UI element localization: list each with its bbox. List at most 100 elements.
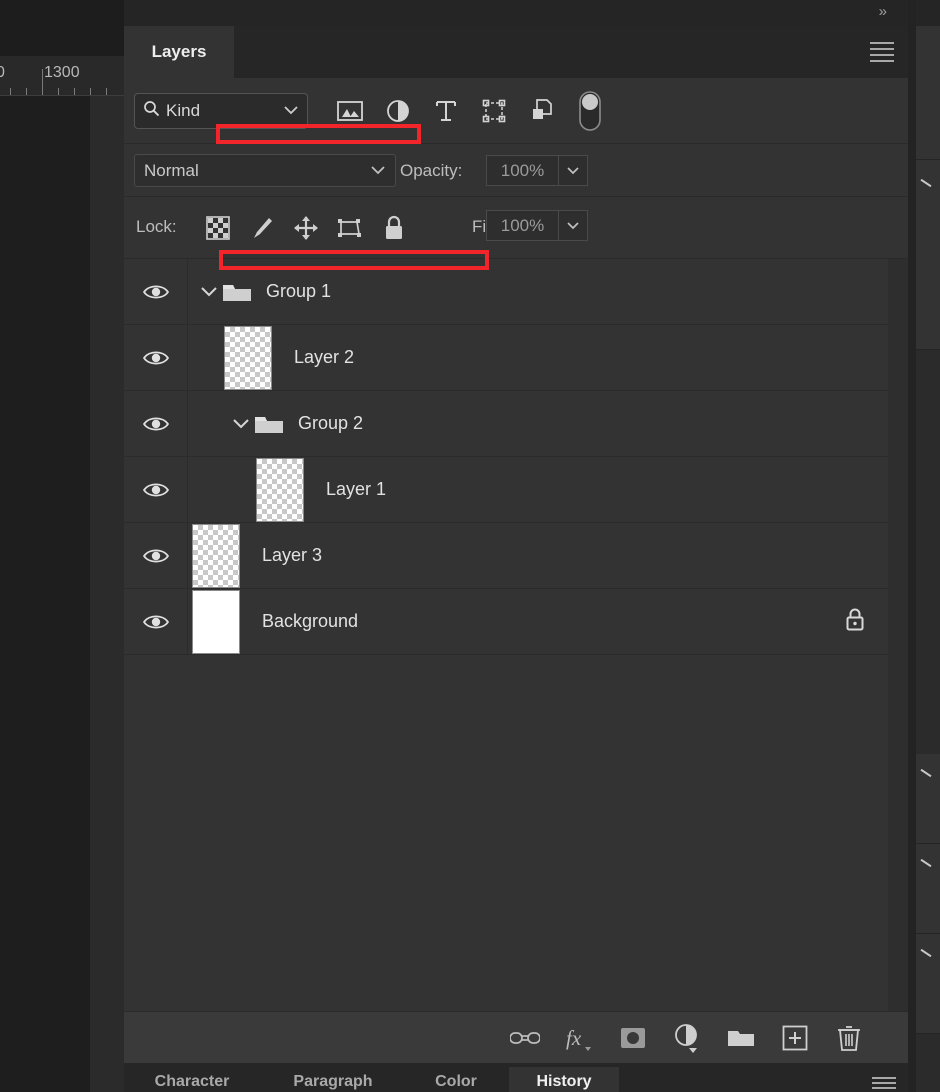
photoshop-layers-panel-screenshot: 0 1300 » Layers Kind Normal Opacity: 100… (0, 0, 940, 1092)
lock-position-icon[interactable] (284, 209, 328, 247)
tab-history-label: History (536, 1073, 592, 1090)
filter-toggle-switch[interactable] (566, 91, 614, 131)
hamburger-menu-icon[interactable] (872, 1077, 896, 1089)
tab-color[interactable]: Color (406, 1067, 506, 1092)
layer-filter-row: Kind (124, 78, 916, 144)
panel-topbar: » (124, 0, 916, 26)
table-row[interactable]: Layer 3 (124, 522, 888, 589)
group-expand-chevron-down-icon[interactable] (228, 418, 254, 429)
lock-all-icon[interactable] (372, 209, 416, 247)
document-canvas[interactable] (0, 96, 90, 1092)
horizontal-ruler[interactable]: 0 1300 (0, 56, 124, 96)
filter-smart-objects-icon[interactable] (518, 93, 566, 129)
opacity-stepper-chevron-down-icon[interactable] (558, 155, 588, 186)
collapsed-panel-dock (916, 0, 940, 1092)
table-row[interactable]: Background (124, 588, 888, 655)
collapsed-panel-item[interactable] (916, 844, 940, 934)
tab-layers-label: Layers (151, 42, 207, 61)
lock-icons (196, 209, 416, 247)
filter-kind-label: Kind (166, 101, 201, 120)
layer-visibility-eye-icon[interactable] (124, 456, 188, 523)
layer-thumbnail[interactable] (224, 325, 272, 390)
filter-pixel-layers-icon[interactable] (326, 93, 374, 129)
layer-locked-padlock-icon (844, 607, 866, 636)
blend-mode-row: Normal Opacity: 100% (124, 144, 916, 197)
layer-thumbnail[interactable] (192, 589, 240, 654)
dock-spacer (916, 1034, 940, 1092)
lock-image-pixels-icon[interactable] (240, 209, 284, 247)
tab-character[interactable]: Character (124, 1067, 260, 1092)
layers-list[interactable]: Group 1 Layer 2 Group 2 Layer 1 Layer 3 … (124, 258, 888, 1011)
filter-kind-dropdown[interactable]: Kind (134, 93, 308, 129)
layer-name: Group 2 (298, 413, 364, 433)
table-row[interactable]: Layer 1 (124, 456, 888, 523)
opacity-value: 100% (500, 160, 545, 180)
layer-visibility-eye-icon[interactable] (124, 258, 188, 325)
tab-history[interactable]: History (509, 1067, 619, 1092)
collapsed-panel-glyph-icon (920, 858, 932, 868)
dock-topbar (916, 0, 940, 26)
svg-text:fx: fx (566, 1026, 582, 1050)
tab-character-label: Character (154, 1073, 230, 1090)
collapsed-panel-item[interactable] (916, 160, 940, 350)
ruler-tick-label: 0 (0, 64, 5, 81)
blend-mode-value: Normal (144, 160, 199, 180)
hamburger-menu-icon[interactable] (870, 42, 894, 62)
collapsed-panel-item[interactable] (916, 26, 940, 160)
add-layer-mask-icon[interactable] (606, 1012, 660, 1064)
collapsed-panel-glyph-icon (920, 768, 932, 778)
tab-layers[interactable]: Layers (124, 26, 234, 78)
layer-style-fx-icon[interactable]: fx (552, 1012, 606, 1064)
table-row[interactable]: Group 1 (124, 258, 888, 325)
dock-spacer (916, 350, 940, 754)
layer-name: Layer 2 (294, 347, 355, 367)
new-adjustment-layer-icon[interactable] (660, 1012, 714, 1064)
layer-name: Group 1 (266, 281, 332, 301)
chevron-down-icon (370, 162, 386, 180)
layer-name: Layer 1 (326, 479, 387, 499)
opacity-input[interactable]: 100% (486, 155, 558, 186)
delete-layer-icon[interactable] (822, 1012, 876, 1064)
filter-type-icons (326, 91, 614, 131)
layer-visibility-eye-icon[interactable] (124, 390, 188, 457)
fill-value: 100% (500, 215, 545, 235)
table-row[interactable]: Group 2 (124, 390, 888, 457)
layer-visibility-eye-icon[interactable] (124, 588, 188, 655)
collapsed-panel-item[interactable] (916, 934, 940, 1034)
layers-panel-toolbar: fx (124, 1011, 916, 1063)
layer-name: Background (262, 611, 359, 631)
fill-input[interactable]: 100% (486, 210, 558, 241)
layer-thumbnail[interactable] (192, 523, 240, 588)
new-layer-icon[interactable] (768, 1012, 822, 1064)
filter-adjustment-layers-icon[interactable] (374, 93, 422, 129)
group-expand-chevron-down-icon[interactable] (196, 286, 222, 297)
opacity-label: Opacity: (400, 161, 463, 180)
fill-stepper-chevron-down-icon[interactable] (558, 210, 588, 241)
blend-mode-dropdown[interactable]: Normal (134, 154, 396, 187)
table-row[interactable]: Layer 2 (124, 324, 888, 391)
bottom-panel-tabstrip: Character Paragraph Color History (124, 1063, 916, 1092)
chevron-down-icon (283, 102, 299, 120)
layers-panel: » Layers Kind Normal Opacity: 100% Lock:… (124, 0, 916, 1092)
layer-visibility-eye-icon[interactable] (124, 522, 188, 589)
new-group-icon[interactable] (714, 1012, 768, 1064)
panel-tabstrip: Layers (124, 26, 916, 78)
canvas-area: 0 1300 (0, 0, 124, 1092)
lock-row: Lock: 100% (124, 197, 916, 259)
tab-paragraph[interactable]: Paragraph (263, 1067, 403, 1092)
collapsed-panel-glyph-icon (920, 948, 932, 958)
collapsed-panel-glyph-icon (920, 178, 932, 188)
tab-paragraph-label: Paragraph (293, 1073, 373, 1090)
lock-transparent-pixels-icon[interactable] (196, 209, 240, 247)
ruler-tick-label: 1300 (44, 64, 80, 81)
layer-visibility-eye-icon[interactable] (124, 324, 188, 391)
collapsed-panel-item[interactable] (916, 754, 940, 844)
filter-type-layers-icon[interactable] (422, 93, 470, 129)
lock-label: Lock: (136, 217, 177, 236)
lock-artboard-nesting-icon[interactable] (328, 209, 372, 247)
filter-shape-layers-icon[interactable] (470, 93, 518, 129)
layer-thumbnail[interactable] (256, 457, 304, 522)
link-layers-icon[interactable] (498, 1012, 552, 1064)
tab-color-label: Color (435, 1073, 477, 1090)
chevrons-right-icon[interactable]: » (879, 3, 887, 20)
